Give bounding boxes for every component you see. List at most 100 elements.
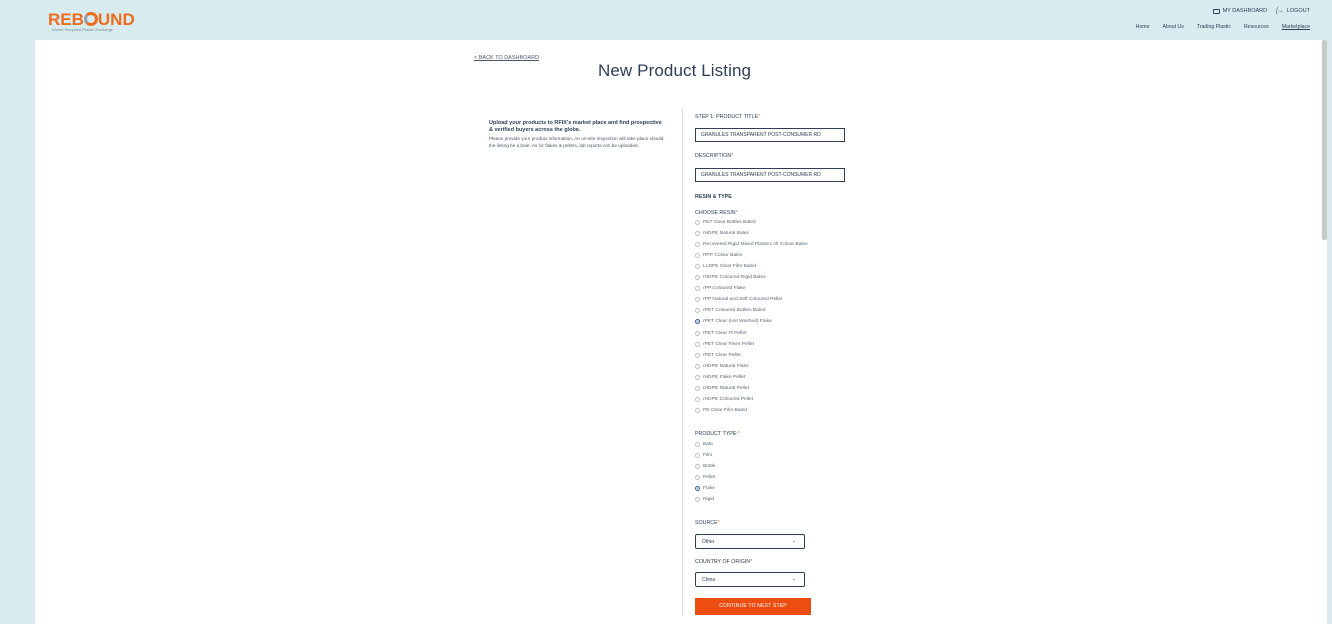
radio-button[interactable] bbox=[695, 442, 700, 447]
country-selected-value: China bbox=[702, 577, 716, 583]
resin-option[interactable]: PE Clear Film Baled bbox=[695, 407, 748, 413]
intro-heading: Upload your products to RFIX's market pl… bbox=[489, 120, 662, 133]
resin-option-label: rPET Clear Fines Pellet bbox=[703, 341, 755, 347]
source-label-text: SOURCE bbox=[695, 520, 718, 526]
resin-option-label: rHDPE Natural Flake bbox=[703, 363, 749, 369]
source-label: SOURCE* bbox=[695, 520, 720, 526]
radio-button[interactable] bbox=[695, 264, 700, 270]
radio-button[interactable] bbox=[695, 464, 700, 469]
chevron-down-icon: ⌄ bbox=[791, 538, 796, 544]
resin-option[interactable]: rPP Natural and Self Coloured Pellet bbox=[695, 297, 782, 303]
radio-button[interactable] bbox=[695, 330, 700, 336]
radio-button[interactable] bbox=[695, 363, 700, 369]
resin-option[interactable]: LLDPE Clear Film Baled bbox=[695, 264, 756, 270]
rebound-logo[interactable]: REB UND bbox=[48, 11, 135, 28]
radio-button[interactable] bbox=[695, 396, 700, 402]
source-selected-value: Other bbox=[702, 539, 715, 545]
resin-option[interactable]: rHDPE Coloured Pellet bbox=[695, 396, 754, 402]
product-type-option[interactable]: Pellet bbox=[695, 475, 715, 480]
resin-option-label: PET Clear Bottles Baled bbox=[703, 220, 756, 225]
intro-body: Please provide your product information.… bbox=[489, 136, 664, 148]
resin-option-label: rPP Coloured Flake bbox=[703, 286, 746, 292]
resin-option-label: PE Clear Film Baled bbox=[703, 407, 748, 413]
radio-button[interactable] bbox=[695, 308, 700, 314]
page-title: New Product Listing bbox=[598, 61, 752, 80]
resin-option[interactable]: rPET Clear Fines Pellet bbox=[695, 341, 755, 347]
resin-option[interactable]: rHDPE Flake Pellet bbox=[695, 374, 746, 380]
my-dashboard-link[interactable]: MY DASHBOARD bbox=[1212, 8, 1268, 14]
nav-resources[interactable]: Resources bbox=[1244, 24, 1269, 30]
resin-option[interactable]: rPET Clear (Hot Washed) Flake bbox=[695, 319, 772, 325]
radio-button[interactable] bbox=[695, 352, 700, 358]
page-scrollbar[interactable] bbox=[1322, 40, 1327, 240]
nav-marketplace[interactable]: Marketplace bbox=[1282, 24, 1310, 30]
continue-button[interactable]: CONTINUE TO NEXT STEP bbox=[695, 598, 811, 615]
product-type-option-label: Film bbox=[703, 453, 713, 458]
product-title-input[interactable]: GRANULES TRANSPARENT POST-CONSUMER RD bbox=[695, 128, 845, 142]
resin-option[interactable]: PET Clear Bottles Baled bbox=[695, 220, 756, 225]
product-type-option[interactable]: Flake bbox=[695, 486, 715, 491]
logo-tagline: Global Recycled Plastic Exchange bbox=[52, 28, 114, 32]
required-mark: * bbox=[737, 431, 740, 437]
nav-trading-plastic[interactable]: Trading Plastic bbox=[1197, 24, 1231, 30]
resin-option[interactable]: rPET Coloured Bottles Baled bbox=[695, 308, 766, 314]
radio-button[interactable] bbox=[695, 253, 700, 259]
country-label: COUNTRY OF ORIGIN* bbox=[695, 559, 752, 565]
country-select[interactable]: China ⌄ bbox=[695, 572, 805, 587]
radio-button[interactable] bbox=[695, 374, 700, 380]
resin-option[interactable]: rHDPE Coloured Rigid Bales bbox=[695, 275, 766, 281]
radio-button[interactable] bbox=[695, 242, 700, 248]
resin-option[interactable]: rPET Clear Pl Pellet bbox=[695, 330, 746, 336]
radio-button[interactable] bbox=[695, 385, 700, 391]
radio-button[interactable] bbox=[695, 486, 700, 491]
logout-icon: [→ bbox=[1276, 8, 1284, 14]
product-type-option[interactable]: Bottle bbox=[695, 464, 716, 469]
radio-button[interactable] bbox=[695, 407, 700, 413]
radio-button[interactable] bbox=[695, 297, 700, 303]
my-dashboard-label: MY DASHBOARD bbox=[1222, 8, 1268, 14]
product-type-option-label: Rigid bbox=[703, 497, 715, 502]
radio-button[interactable] bbox=[695, 286, 700, 292]
monitor-icon bbox=[1212, 8, 1220, 14]
resin-option[interactable]: rHDPE Natural Bales bbox=[695, 231, 749, 237]
product-type-label-text: PRODUCT TYPE: bbox=[695, 431, 738, 437]
resin-option-label: rPET Coloured Bottles Baled bbox=[703, 308, 766, 314]
radio-button[interactable] bbox=[695, 319, 700, 325]
resin-option-label: rHDPE Coloured Pellet bbox=[703, 396, 754, 402]
resin-option[interactable]: Recovered Rigid Mixed Plastics All Colou… bbox=[695, 242, 808, 248]
description-input[interactable]: GRANULES TRANSPARENT POST-CONSUMER RD bbox=[695, 168, 845, 182]
resin-option[interactable]: RPP Colour Bales bbox=[695, 253, 742, 259]
radio-button[interactable] bbox=[695, 453, 700, 458]
required-mark: * bbox=[750, 559, 753, 565]
back-to-dashboard-link[interactable]: < BACK TO DASHBOARD bbox=[474, 55, 539, 61]
radio-button[interactable] bbox=[695, 497, 700, 502]
choose-resin-label-text: CHOOSE RESIN bbox=[695, 210, 736, 216]
product-type-option[interactable]: Film bbox=[695, 453, 712, 458]
resin-option-label: rPET Clear (Hot Washed) Flake bbox=[703, 319, 772, 325]
radio-button[interactable] bbox=[695, 341, 700, 347]
source-select[interactable]: Other ⌄ bbox=[695, 534, 805, 549]
main-nav: Home About Us Trading Plastic Resources … bbox=[1136, 24, 1310, 30]
radio-button[interactable] bbox=[695, 220, 700, 225]
page-container: REB UND Global Recycled Plastic Exchange … bbox=[35, 4, 1327, 624]
logout-label: LOGOUT bbox=[1286, 8, 1310, 14]
nav-home[interactable]: Home bbox=[1136, 24, 1150, 30]
product-title-label-text: STEP 1: PRODUCT TITLE bbox=[695, 114, 758, 120]
radio-button[interactable] bbox=[695, 231, 700, 237]
resin-option-label: Recovered Rigid Mixed Plastics All Colou… bbox=[703, 242, 808, 248]
resin-option[interactable]: rHDPE Natural Pellet bbox=[695, 385, 749, 391]
resin-option[interactable]: rHDPE Natural Flake bbox=[695, 363, 749, 369]
logout-link[interactable]: [→ LOGOUT bbox=[1276, 8, 1310, 14]
resin-option[interactable]: rPET Clear Pellet bbox=[695, 352, 741, 358]
product-type-option[interactable]: Bale bbox=[695, 442, 713, 447]
radio-button[interactable] bbox=[695, 475, 700, 480]
nav-about-us[interactable]: About Us bbox=[1162, 24, 1183, 30]
product-type-option-label: Bottle bbox=[703, 464, 716, 469]
product-type-option-label: Pellet bbox=[703, 475, 716, 480]
resin-option-label: rHDPE Flake Pellet bbox=[703, 374, 746, 380]
product-type-option[interactable]: Rigid bbox=[695, 497, 714, 502]
description-label: DESCRIPTION* bbox=[695, 153, 733, 159]
product-type-option-label: Flake bbox=[703, 486, 715, 491]
radio-button[interactable] bbox=[695, 275, 700, 281]
resin-option[interactable]: rPP Coloured Flake bbox=[695, 286, 746, 292]
